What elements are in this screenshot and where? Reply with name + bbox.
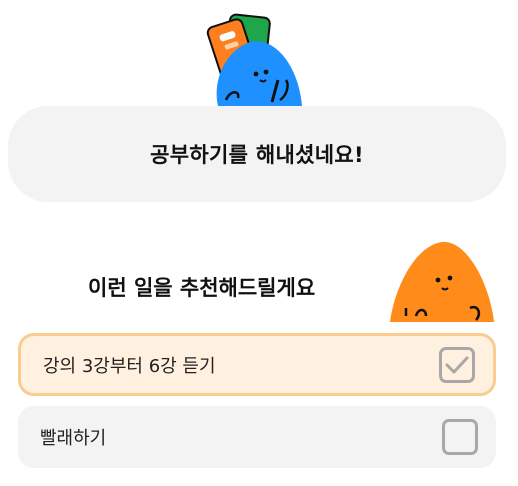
recommend-title: 이런 일을 추천해드릴게요 [88, 276, 316, 300]
book-character-icon [206, 10, 306, 106]
success-banner: 공부하기를 해내셨네요! [8, 106, 506, 202]
task-label: 빨래하기 [40, 428, 107, 449]
orange-blob-character-icon [386, 238, 496, 322]
banner-text: 공부하기를 해내셨네요! [150, 143, 364, 167]
task-checkbox-checked[interactable] [439, 346, 475, 383]
task-checkbox-unchecked[interactable] [442, 419, 478, 455]
task-item-laundry[interactable]: 빨래하기 [18, 406, 496, 468]
task-item-lecture[interactable]: 강의 3강부터 6강 듣기 [18, 333, 496, 396]
task-label: 강의 3강부터 6강 듣기 [43, 355, 216, 377]
check-icon [445, 356, 469, 373]
